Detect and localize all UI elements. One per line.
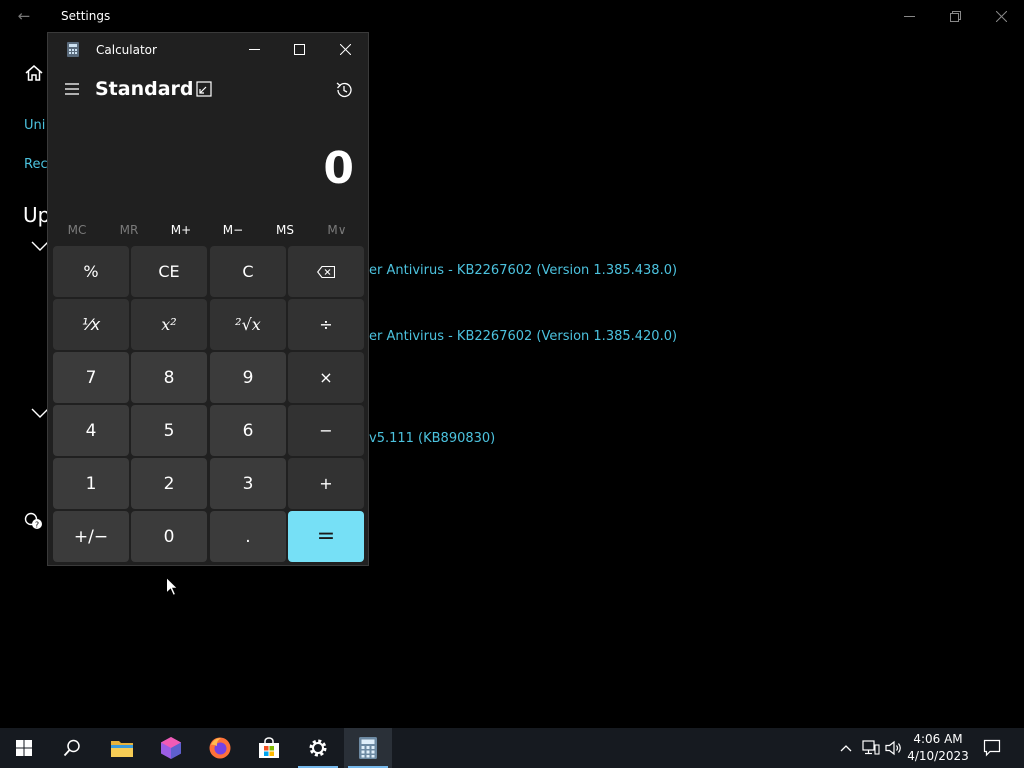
digit-3-button[interactable]: 3: [210, 458, 286, 509]
start-icon: [16, 740, 32, 756]
calc-maximize-button[interactable]: [276, 33, 322, 65]
settings-link-2[interactable]: Rec: [24, 157, 48, 172]
taskbar: 4:06 AM 4/10/2023: [0, 728, 1024, 768]
memory-add-button[interactable]: M+: [155, 219, 207, 241]
notification-icon: [983, 739, 1001, 757]
taskbar-search-button[interactable]: [48, 728, 96, 768]
multiply-button[interactable]: ×: [288, 352, 364, 403]
firefox-button[interactable]: [196, 728, 244, 768]
digit-7-button[interactable]: 7: [53, 352, 129, 403]
digit-5-button[interactable]: 5: [131, 405, 207, 456]
digit-4-button[interactable]: 4: [53, 405, 129, 456]
speaker-icon: [885, 740, 901, 756]
firefox-icon: [209, 737, 231, 759]
calculator-title: Calculator: [96, 43, 157, 57]
home-icon[interactable]: [24, 63, 44, 83]
paint3d-icon: [161, 737, 181, 759]
chevron-up-icon: [840, 745, 852, 752]
action-center-button[interactable]: [982, 738, 1002, 758]
history-icon[interactable]: [334, 80, 354, 100]
digit-0-button[interactable]: 0: [131, 511, 207, 562]
calculator-taskbar-button[interactable]: [344, 728, 392, 768]
restore-button[interactable]: [932, 0, 978, 32]
calculator-header: Standard: [48, 71, 368, 111]
memory-clear-button[interactable]: MC: [51, 219, 103, 241]
calculator-mode-title: Standard: [95, 78, 194, 100]
restore-icon: [949, 10, 961, 22]
memory-recall-button[interactable]: MR: [103, 219, 155, 241]
close-icon: [339, 43, 351, 55]
minimize-button[interactable]: [886, 0, 932, 32]
percent-button[interactable]: %: [53, 246, 129, 297]
clear-button[interactable]: C: [210, 246, 286, 297]
backspace-button[interactable]: [288, 246, 364, 297]
feedback-icon[interactable]: ?: [23, 511, 43, 531]
start-button[interactable]: [0, 728, 48, 768]
settings-taskbar-button[interactable]: [294, 728, 342, 768]
paint3d-button[interactable]: [147, 728, 195, 768]
reciprocal-button[interactable]: ¹⁄x: [53, 299, 129, 350]
settings-titlebar: ← Settings: [0, 0, 1024, 32]
clock-time: 4:06 AM: [913, 732, 963, 746]
digit-2-button[interactable]: 2: [131, 458, 207, 509]
subtract-button[interactable]: −: [288, 405, 364, 456]
calculator-app-icon: [67, 42, 79, 57]
update-link-1[interactable]: er Antivirus - KB2267602 (Version 1.385.…: [369, 263, 677, 278]
calculator-window: Calculator Standard 0 MC MR M+ M− MS M∨ …: [47, 32, 369, 566]
update-link-3[interactable]: v5.111 (KB890830): [369, 431, 495, 446]
minimize-icon: [903, 15, 915, 17]
update-link-2[interactable]: er Antivirus - KB2267602 (Version 1.385.…: [369, 329, 677, 344]
mouse-cursor-icon: [166, 577, 178, 596]
memory-subtract-button[interactable]: M−: [207, 219, 259, 241]
show-hidden-icons-button[interactable]: [836, 738, 856, 758]
backspace-icon: [317, 265, 335, 278]
volume-button[interactable]: [884, 738, 904, 758]
clock-date: 4/10/2023: [907, 749, 969, 763]
digit-9-button[interactable]: 9: [210, 352, 286, 403]
digit-1-button[interactable]: 1: [53, 458, 129, 509]
digit-6-button[interactable]: 6: [210, 405, 286, 456]
calc-minimize-button[interactable]: [231, 33, 277, 65]
calc-close-button[interactable]: [322, 33, 368, 65]
svg-text:?: ?: [35, 521, 39, 530]
decimal-button[interactable]: .: [210, 511, 286, 562]
search-icon: [63, 739, 80, 757]
store-button[interactable]: [245, 728, 293, 768]
file-explorer-icon: [111, 741, 133, 757]
back-arrow-icon[interactable]: ←: [14, 6, 34, 26]
file-explorer-button[interactable]: [98, 728, 146, 768]
square-root-button[interactable]: ²√x: [210, 299, 286, 350]
square-button[interactable]: x²: [131, 299, 207, 350]
store-icon: [259, 737, 279, 758]
add-button[interactable]: +: [288, 458, 364, 509]
keep-on-top-icon[interactable]: [195, 80, 213, 98]
memory-store-button[interactable]: MS: [259, 219, 311, 241]
maximize-icon: [293, 43, 305, 55]
close-button[interactable]: [978, 0, 1024, 32]
hamburger-menu-icon[interactable]: [62, 79, 82, 99]
network-button[interactable]: [861, 738, 881, 758]
calculator-titlebar[interactable]: Calculator: [48, 33, 368, 65]
negate-button[interactable]: +/−: [53, 511, 129, 562]
minimize-icon: [248, 48, 260, 50]
digit-8-button[interactable]: 8: [131, 352, 207, 403]
network-icon: [862, 740, 880, 755]
settings-title: Settings: [61, 9, 111, 23]
equals-button[interactable]: =: [288, 511, 364, 562]
memory-list-button[interactable]: M∨: [311, 219, 363, 241]
divide-button[interactable]: ÷: [288, 299, 364, 350]
clear-entry-button[interactable]: CE: [131, 246, 207, 297]
settings-icon: [309, 739, 327, 757]
close-icon: [995, 10, 1007, 22]
taskbar-clock[interactable]: 4:06 AM 4/10/2023: [906, 731, 970, 765]
settings-link-1[interactable]: Uni: [24, 118, 45, 133]
calculator-icon: [359, 737, 377, 759]
calculator-display: 0: [323, 143, 354, 194]
